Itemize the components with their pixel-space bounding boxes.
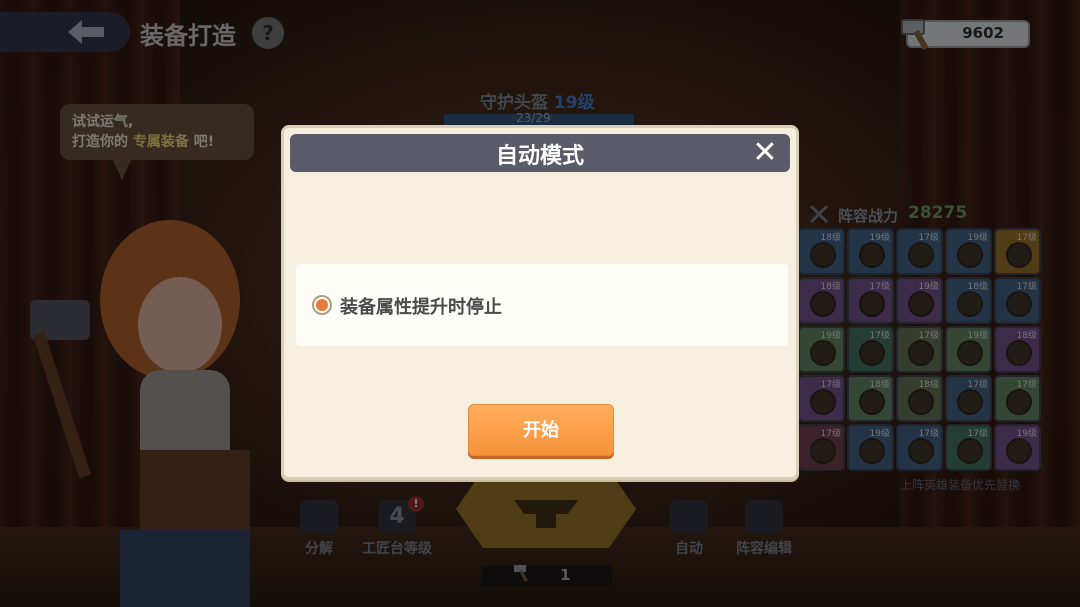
- stop-on-improve-label[interactable]: 装备属性提升时停止: [340, 293, 502, 319]
- option-panel: 装备属性提升时停止: [296, 264, 788, 346]
- dialog-header: 自动模式 ✕: [290, 134, 790, 172]
- stop-on-improve-radio[interactable]: [312, 295, 332, 315]
- close-icon[interactable]: ✕: [748, 136, 782, 170]
- dialog-title: 自动模式: [495, 144, 584, 169]
- auto-mode-dialog: 自动模式 ✕ 装备属性提升时停止 开始: [281, 125, 799, 480]
- radio-selected-dot: [316, 299, 328, 311]
- start-button[interactable]: 开始: [468, 404, 614, 456]
